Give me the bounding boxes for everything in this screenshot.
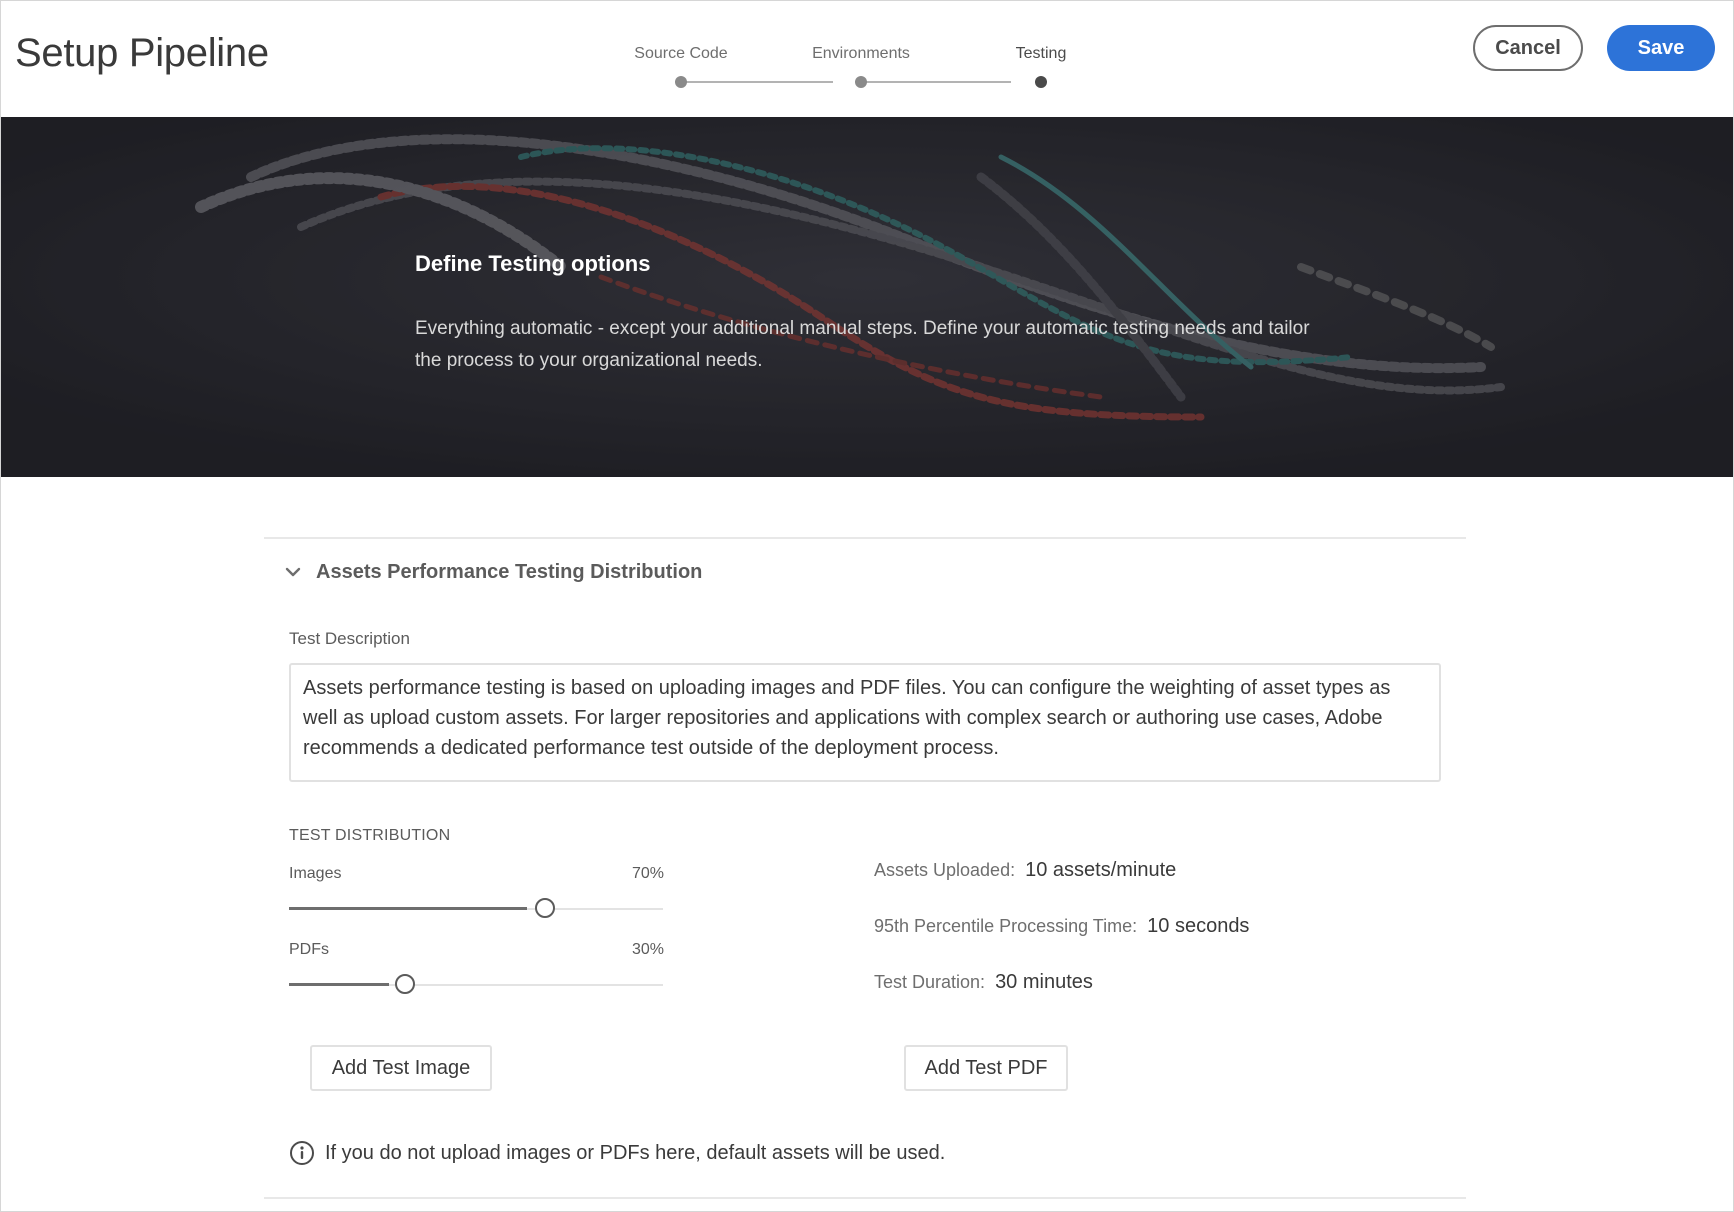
step-environments-dot	[855, 76, 867, 88]
accordion-title: Assets Performance Testing Distribution	[316, 560, 703, 583]
pdfs-slider-label: PDFs	[289, 941, 329, 958]
stepper-connector	[861, 81, 1011, 83]
save-button[interactable]: Save	[1607, 25, 1715, 71]
test-description-label: Test Description	[289, 629, 410, 648]
step-source-code-dot	[675, 76, 687, 88]
stat-processing-time: 95th Percentile Processing Time: 10 seco…	[874, 915, 1249, 938]
images-slider-value: 70%	[631, 865, 664, 882]
images-slider-label: Images	[289, 865, 342, 882]
step-testing-dot	[1035, 76, 1047, 88]
step-environments[interactable]: Environments	[812, 45, 910, 63]
add-test-pdf-button[interactable]: Add Test PDF	[904, 1045, 1068, 1091]
pipeline-stepper: Source Code Environments Testing	[601, 41, 1081, 91]
stat-value: 30 minutes	[995, 971, 1093, 993]
pdfs-slider-fill	[289, 983, 389, 986]
add-test-image-button[interactable]: Add Test Image	[310, 1045, 492, 1091]
stat-label: Test Duration:	[874, 972, 986, 992]
info-icon	[290, 1141, 314, 1165]
step-testing[interactable]: Testing	[1016, 45, 1067, 63]
chevron-down-icon	[285, 567, 301, 577]
section-divider-bottom	[264, 1197, 1466, 1199]
hero-description: Everything automatic - except your addit…	[415, 318, 1310, 371]
cancel-button[interactable]: Cancel	[1473, 25, 1583, 71]
accordion-header[interactable]: Assets Performance Testing Distribution	[284, 557, 702, 587]
test-description-field[interactable]: Assets performance testing is based on u…	[289, 663, 1441, 782]
images-slider-fill	[289, 907, 527, 910]
stat-label: 95th Percentile Processing Time:	[874, 916, 1138, 936]
info-message: If you do not upload images or PDFs here…	[289, 1140, 945, 1166]
hero-background-image	[1, 117, 1733, 477]
stat-value: 10 seconds	[1147, 915, 1250, 937]
stat-assets-uploaded: Assets Uploaded: 10 assets/minute	[874, 859, 1176, 882]
info-text: If you do not upload images or PDFs here…	[325, 1141, 946, 1164]
section-divider-top	[264, 537, 1466, 539]
stat-value: 10 assets/minute	[1025, 859, 1177, 881]
pdfs-slider-thumb[interactable]	[395, 974, 415, 994]
stat-test-duration: Test Duration: 30 minutes	[874, 971, 1093, 994]
test-distribution-heading: TEST DISTRIBUTION	[289, 827, 451, 844]
stepper-connector	[681, 81, 833, 83]
pdfs-slider-value: 30%	[631, 941, 664, 958]
stat-label: Assets Uploaded:	[874, 860, 1016, 880]
hero-banner: Define Testing options Everything automa…	[1, 117, 1733, 477]
hero-title: Define Testing options	[415, 251, 651, 276]
step-source-code[interactable]: Source Code	[634, 45, 727, 63]
page-title: Setup Pipeline	[15, 31, 269, 75]
images-slider-thumb[interactable]	[535, 898, 555, 918]
page-header: Setup Pipeline Source Code Environments …	[1, 1, 1733, 117]
